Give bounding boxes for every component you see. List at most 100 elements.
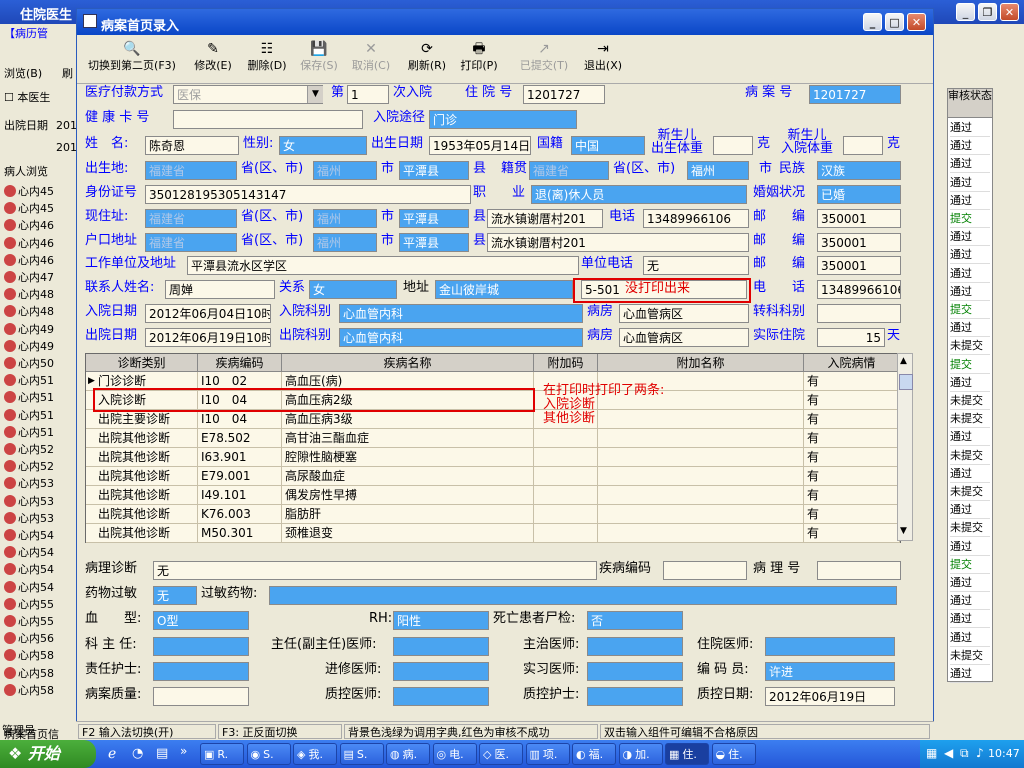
birth-province-field[interactable]: 福建省 [145,161,237,180]
grid-cell-3[interactable] [534,467,598,486]
bg-patient-row[interactable]: 心内50 [4,356,54,372]
bg-patient-row[interactable]: 心内54 [4,562,54,578]
grid-header-0[interactable]: 诊断类别 [86,354,198,372]
grid-scrollbar[interactable]: ▲ ▼ [897,353,913,541]
review-status-row[interactable]: 通过 [950,119,990,137]
grid-cell-0[interactable]: 出院其他诊断 [86,467,198,486]
bg-patient-row[interactable]: 心内47 [4,270,54,286]
bg-patient-row[interactable]: 心内54 [4,545,54,561]
cur-province-field[interactable]: 福建省 [145,209,237,228]
close-button[interactable]: ✕ [907,13,926,31]
task-button[interactable]: ◐ 福. [572,743,616,765]
review-status-row[interactable]: 通过 [950,283,990,301]
grid-cell-0[interactable]: 出院其他诊断 [86,524,198,543]
scroll-thumb[interactable] [899,374,913,390]
hk-province-field[interactable]: 福建省 [145,233,237,252]
contact-addr-field[interactable]: 金山彼岸城 [435,280,573,299]
grid-cell-3[interactable] [534,524,598,543]
grid-cell-2[interactable]: 腔隙性脑梗塞 [282,448,534,467]
bg-date-fragment-1[interactable]: 201 [56,118,77,134]
bg-patient-row[interactable]: 心内51 [4,408,54,424]
autopsy-field[interactable]: 否 [587,611,683,630]
bg-patient-row[interactable]: 心内54 [4,580,54,596]
work-phone-field[interactable]: 无 [643,256,749,275]
grid-cell-1[interactable]: I63.901 [198,448,282,467]
grid-cell-2[interactable]: 颈椎退变 [282,524,534,543]
review-status-row[interactable]: 通过 [950,629,990,647]
review-status-row[interactable]: 通过 [950,228,990,247]
start-button[interactable]: ❖ 开始 [0,740,96,768]
bg-date-fragment-2[interactable]: 201 [56,140,77,156]
admit-route-field[interactable]: 门诊 [429,110,577,129]
newborn-admit-weight-field[interactable] [843,136,883,155]
task-button[interactable]: ▤ S. [339,743,384,765]
grid-cell-2[interactable]: 高甘油三酯血症 [282,429,534,448]
desktop-icon[interactable]: ▤ [156,746,168,761]
job-field[interactable]: 退(离)休人员 [531,185,747,204]
review-status-row[interactable]: 通过 [950,501,990,520]
advanced-field[interactable] [393,662,489,681]
review-status-row[interactable]: 通过 [950,192,990,210]
grid-cell-4[interactable] [598,524,804,543]
nation-field[interactable]: 中国 [571,136,645,155]
hk-county-field[interactable]: 平潭县 [399,233,469,252]
grid-cell-0[interactable]: 出院主要诊断 [86,410,198,429]
grid-cell-4[interactable] [598,429,804,448]
case-no-field[interactable]: 1201727 [809,85,901,104]
bg-patient-row[interactable]: 心内46 [4,253,54,269]
birth-field[interactable]: 1953年05月14日 [429,136,531,155]
attending-field[interactable] [587,637,683,656]
review-status-row[interactable]: 未提交 [950,647,990,665]
grid-cell-1[interactable]: I49.101 [198,486,282,505]
grid-cell-5[interactable]: 有 [804,391,900,410]
table-row[interactable]: 出院其他诊断 E79.001 高尿酸血症 有 [86,467,900,486]
review-status-row[interactable]: 未提交 [950,447,990,465]
admit-dept-field[interactable]: 心血管内科 [339,304,583,323]
review-status-row[interactable]: 提交 [950,210,990,228]
bg-patient-row[interactable]: 心内45 [4,184,54,200]
toolbar-button-2[interactable]: ☷ 删除(D) [243,39,291,81]
task-button[interactable]: ◒ 住. [711,743,756,765]
admit-count-field[interactable]: 1 [347,85,389,104]
bg-patient-row[interactable]: 心内58 [4,683,54,699]
bg-patient-row[interactable]: 心内45 [4,201,54,217]
zip-2-field[interactable]: 350001 [817,233,901,252]
bg-browse-button[interactable]: 浏览(B) [4,66,42,82]
bg-patient-row[interactable]: 心内51 [4,373,54,389]
grid-cell-3[interactable] [534,429,598,448]
phone-field[interactable]: 13489966106 [643,209,749,228]
qc-nurse-field[interactable] [587,687,683,706]
review-status-row[interactable]: 通过 [950,246,990,265]
bg-patient-row[interactable]: 心内46 [4,218,54,234]
review-status-row[interactable]: 提交 [950,356,990,374]
ethnic-field[interactable]: 汉族 [817,161,901,180]
cur-county-field[interactable]: 平潭县 [399,209,469,228]
nurse-field[interactable] [153,662,249,681]
review-status-row[interactable]: 通过 [950,155,990,174]
grid-cell-5[interactable]: 有 [804,486,900,505]
grid-header-3[interactable]: 附加码 [534,354,598,372]
bg-maximize-button[interactable]: ❐ [978,3,997,21]
grid-cell-4[interactable] [598,448,804,467]
grid-cell-4[interactable] [598,505,804,524]
bg-patient-row[interactable]: 心内52 [4,459,54,475]
keyboard-icon[interactable]: ▦ [926,746,937,760]
bg-patient-row[interactable]: 心内55 [4,614,54,630]
hk-detail-field[interactable]: 流水镇谢厝村201 [487,233,749,252]
discharge-date-field[interactable]: 2012年06月19日10时 [145,328,271,347]
bg-patient-row[interactable]: 心内58 [4,648,54,664]
name-field[interactable]: 陈奇恩 [145,136,239,155]
scroll-down-icon[interactable]: ▼ [900,526,907,536]
toolbar-button-7[interactable]: ↗ 已提交(T) [515,39,573,81]
grid-cell-0[interactable]: 出院其他诊断 [86,429,198,448]
hk-city-field[interactable]: 福州 [313,233,377,252]
grid-cell-5[interactable]: 有 [804,467,900,486]
network-icon[interactable]: ⧉ [960,746,969,761]
review-status-row[interactable]: 通过 [950,265,990,283]
bg-this-doctor-checkbox[interactable]: ☐ 本医生 [4,90,50,106]
review-status-row[interactable]: 未提交 [950,392,990,410]
review-status-row[interactable]: 通过 [950,610,990,629]
grid-cell-0[interactable]: 出院其他诊断 [86,505,198,524]
grid-cell-2[interactable]: 偶发房性早搏 [282,486,534,505]
contact-field[interactable]: 周婵 [165,280,275,299]
